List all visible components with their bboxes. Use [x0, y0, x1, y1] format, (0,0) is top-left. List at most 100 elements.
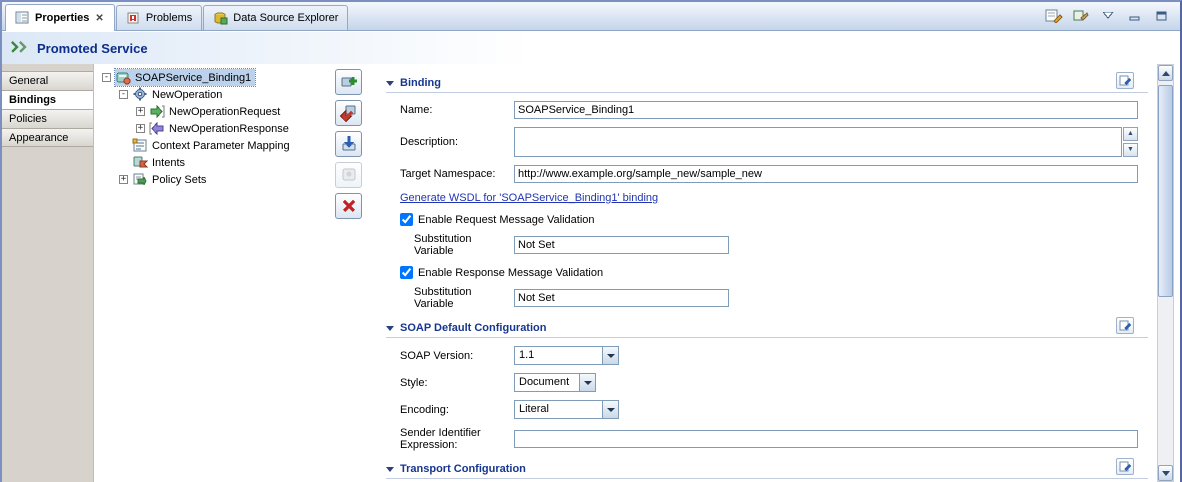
close-icon[interactable]: ✕ — [94, 13, 104, 24]
tab-data-source-explorer[interactable]: Data Source Explorer — [203, 5, 348, 30]
response-message-icon — [149, 121, 165, 136]
expand-icon[interactable]: + — [136, 124, 145, 133]
request-message-icon — [149, 104, 165, 119]
tab-problems[interactable]: Problems — [116, 5, 202, 30]
tree-item-label: SOAPService_Binding1 — [135, 72, 251, 84]
tree-item-newoperationresponse[interactable]: + NewOperationResponse — [95, 120, 332, 137]
collapse-section-icon[interactable] — [386, 326, 394, 331]
response-validation-label: Enable Response Message Validation — [418, 267, 603, 279]
view-toolbar — [1044, 7, 1180, 30]
chevron-down-icon[interactable] — [579, 374, 595, 391]
encoding-select[interactable]: Literal — [514, 400, 619, 419]
add-binding-button[interactable] — [335, 69, 362, 95]
tab-label: Problems — [146, 12, 192, 24]
binding-icon — [115, 70, 131, 85]
view-menu-icon[interactable] — [1098, 7, 1118, 24]
properties-icon — [15, 11, 30, 25]
scroll-up-button[interactable] — [1158, 65, 1173, 81]
chevron-down-icon[interactable] — [602, 401, 618, 418]
encoding-value: Literal — [515, 401, 602, 418]
tree-item-label: Policy Sets — [152, 174, 206, 186]
view-tabbar: Properties ✕ Problems Data Source Explor… — [2, 2, 1180, 31]
edit-properties-icon[interactable] — [1044, 7, 1064, 24]
encoding-label: Encoding: — [400, 404, 514, 416]
minimize-view-icon[interactable] — [1125, 7, 1145, 24]
section-title: SOAP Default Configuration — [400, 322, 546, 334]
tree-item-label: Intents — [152, 157, 185, 169]
set-default-binding-button[interactable] — [335, 131, 362, 157]
sender-identifier-label: Sender Identifier Expression: — [400, 427, 514, 451]
page-title: Promoted Service — [37, 41, 148, 56]
style-select[interactable]: Document — [514, 373, 596, 392]
sidebar-item-bindings[interactable]: Bindings — [2, 90, 93, 109]
scroll-up-icon[interactable]: ▲ — [1123, 127, 1138, 141]
delete-binding-button[interactable] — [335, 193, 362, 219]
scrollbar-thumb[interactable] — [1158, 85, 1173, 297]
vertical-scrollbar[interactable] — [1157, 64, 1174, 482]
description-spinner: ▲ ▼ — [1123, 127, 1138, 157]
sidebar-item-general[interactable]: General — [2, 71, 93, 90]
section-menu-icon[interactable] — [1116, 458, 1134, 475]
request-validation-checkbox[interactable] — [400, 213, 413, 226]
section-menu-icon[interactable] — [1116, 317, 1134, 334]
tree-item-context-parameter-mapping[interactable]: Context Parameter Mapping — [95, 137, 332, 154]
edit-binding-button — [335, 162, 362, 188]
target-namespace-label: Target Namespace: — [400, 168, 514, 180]
section-header-transport-configuration[interactable]: Transport Configuration — [386, 460, 1148, 479]
collapse-section-icon[interactable] — [386, 81, 394, 86]
remove-binding-button[interactable] — [335, 100, 362, 126]
tree-item-newoperation[interactable]: - NewOperation — [95, 86, 332, 103]
pin-view-icon[interactable] — [1071, 7, 1091, 24]
operation-gear-icon — [132, 87, 148, 102]
sidebar-item-appearance[interactable]: Appearance — [2, 128, 93, 147]
binding-form: Binding Name: Description: ▲ ▼ — [368, 64, 1150, 482]
binding-tree: - SOAPService_Binding1 - NewOperation — [95, 64, 332, 482]
substitution-variable-label: Substitution Variable — [414, 286, 514, 310]
collapse-icon[interactable]: - — [102, 73, 111, 82]
style-label: Style: — [400, 377, 514, 389]
name-input[interactable] — [514, 101, 1138, 119]
tree-item-newoperationrequest[interactable]: + NewOperationRequest — [95, 103, 332, 120]
name-label: Name: — [400, 104, 514, 116]
tree-item-label: NewOperationRequest — [169, 106, 280, 118]
tab-label: Properties — [35, 12, 89, 24]
scroll-down-button[interactable] — [1158, 465, 1173, 481]
response-substitution-input[interactable] — [514, 289, 729, 307]
tab-label: Data Source Explorer — [233, 12, 338, 24]
maximize-view-icon[interactable] — [1152, 7, 1172, 24]
section-header-binding[interactable]: Binding — [386, 74, 1148, 93]
description-input[interactable] — [514, 127, 1122, 157]
tree-item-label: NewOperation — [152, 89, 222, 101]
section-header-soap-default-configuration[interactable]: SOAP Default Configuration — [386, 319, 1148, 338]
section-menu-icon[interactable] — [1116, 72, 1134, 89]
chevron-down-icon[interactable] — [602, 347, 618, 364]
section-title: Binding — [400, 77, 441, 89]
expand-icon[interactable]: + — [119, 175, 128, 184]
soap-version-label: SOAP Version: — [400, 350, 514, 362]
sender-identifier-input[interactable] — [514, 430, 1138, 448]
style-value: Document — [515, 374, 579, 391]
collapse-icon[interactable]: - — [119, 90, 128, 99]
main-area: General Bindings Policies Appearance - S… — [2, 64, 1180, 482]
expand-icon[interactable]: + — [136, 107, 145, 116]
substitution-variable-label: Substitution Variable — [414, 233, 514, 257]
policy-sets-icon — [132, 172, 148, 187]
tree-item-label: NewOperationResponse — [169, 123, 289, 135]
promoted-service-icon — [10, 41, 30, 56]
page-header: Promoted Service — [2, 32, 1180, 64]
generate-wsdl-link[interactable]: Generate WSDL for 'SOAPService_Binding1'… — [400, 192, 658, 204]
tree-item-soapservice-binding1[interactable]: - SOAPService_Binding1 — [95, 69, 332, 86]
tree-item-policy-sets[interactable]: + Policy Sets — [95, 171, 332, 188]
intents-icon — [132, 155, 148, 170]
tab-properties[interactable]: Properties ✕ — [5, 4, 115, 31]
properties-view-window: Properties ✕ Problems Data Source Explor… — [0, 0, 1182, 482]
sidebar-item-policies[interactable]: Policies — [2, 109, 93, 128]
soap-version-select[interactable]: 1.1 — [514, 346, 619, 365]
collapse-section-icon[interactable] — [386, 467, 394, 472]
request-substitution-input[interactable] — [514, 236, 729, 254]
scroll-down-icon[interactable]: ▼ — [1123, 143, 1138, 157]
target-namespace-input[interactable] — [514, 165, 1138, 183]
response-validation-checkbox[interactable] — [400, 266, 413, 279]
context-parameter-mapping-icon — [132, 138, 148, 153]
tree-item-intents[interactable]: Intents — [95, 154, 332, 171]
